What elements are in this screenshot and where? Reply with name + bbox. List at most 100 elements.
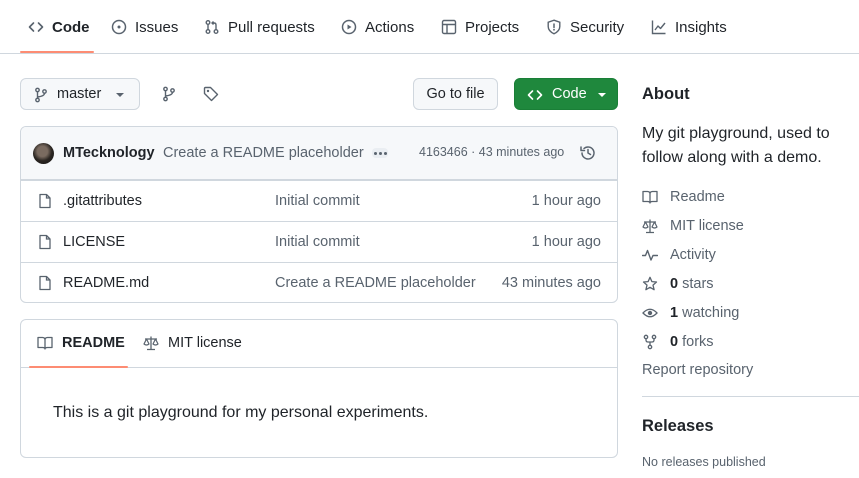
- file-commit-message[interactable]: Create a README placeholder: [275, 275, 476, 291]
- active-tab-indicator: [29, 366, 128, 368]
- about-heading: About: [642, 85, 690, 103]
- caret-down-icon: [597, 92, 607, 98]
- tab-insights-label: Insights: [675, 18, 727, 36]
- code-dropdown-button[interactable]: Code: [514, 78, 618, 110]
- license-link[interactable]: MIT license: [642, 216, 744, 236]
- law-icon: [642, 218, 658, 234]
- ellipsis-dot: [378, 151, 382, 155]
- eye-icon: [642, 305, 658, 321]
- releases-heading[interactable]: Releases: [642, 417, 714, 436]
- repo-description: My git playground, used to follow along …: [642, 125, 830, 166]
- stars-link[interactable]: 0 stars: [642, 274, 714, 294]
- readme-link-label: Readme: [670, 189, 725, 205]
- pulse-icon: [642, 247, 658, 263]
- commit-author[interactable]: MTecknology: [63, 145, 155, 161]
- stars-count: 0: [670, 276, 679, 292]
- table-icon: [441, 19, 457, 35]
- issue-icon: [111, 19, 127, 35]
- book-icon: [642, 189, 658, 205]
- report-repository-link[interactable]: Report repository: [642, 362, 753, 378]
- star-icon: [642, 276, 658, 292]
- sidebar-divider: [642, 396, 859, 397]
- tab-security[interactable]: Security: [546, 8, 624, 46]
- watching-label: watching: [682, 305, 740, 321]
- avatar[interactable]: [33, 143, 54, 164]
- latest-commit-bar: MTecknology Create a README placeholder …: [21, 127, 617, 180]
- caret-down-icon: [115, 92, 125, 98]
- branches-button[interactable]: [159, 84, 179, 104]
- graph-icon: [651, 19, 667, 35]
- tab-projects[interactable]: Projects: [441, 8, 519, 46]
- tab-readme-label: README: [62, 335, 125, 351]
- tab-security-label: Security: [570, 18, 625, 36]
- branch-select-button[interactable]: master: [20, 78, 140, 110]
- readme-link[interactable]: Readme: [642, 187, 725, 207]
- tab-license[interactable]: MIT license: [143, 335, 242, 351]
- file-list: MTecknology Create a README placeholder …: [20, 126, 618, 303]
- activity-link-label: Activity: [670, 247, 716, 263]
- forks-label: forks: [682, 334, 714, 350]
- play-icon: [341, 19, 357, 35]
- stars-label: stars: [682, 276, 714, 292]
- forks-count: 0: [670, 334, 679, 350]
- file-name[interactable]: .gitattributes: [63, 193, 142, 209]
- ellipsis-dot: [383, 151, 387, 155]
- commit-meta[interactable]: 4163466 · 43 minutes ago: [419, 145, 564, 159]
- license-link-label: MIT license: [670, 218, 744, 234]
- file-age: 1 hour ago: [531, 193, 601, 209]
- branch-name: master: [57, 86, 102, 102]
- branch-icon: [34, 87, 48, 103]
- tab-actions-label: Actions: [365, 18, 415, 36]
- tab-code-label: Code: [52, 18, 90, 36]
- releases-empty-text: No releases published: [642, 455, 766, 469]
- file-age: 43 minutes ago: [501, 275, 601, 291]
- code-button-label: Code: [552, 86, 587, 102]
- file-row[interactable]: .gitattributes Initial commit 1 hour ago: [21, 180, 617, 221]
- file-commit-message[interactable]: Initial commit: [275, 234, 360, 250]
- file-commit-message[interactable]: Initial commit: [275, 193, 360, 209]
- tab-code[interactable]: Code: [28, 8, 90, 46]
- commit-details-button[interactable]: [372, 148, 388, 158]
- file-row[interactable]: README.md Create a README placeholder 43…: [21, 262, 617, 302]
- pull-request-icon: [204, 19, 220, 35]
- watching-count: 1: [670, 305, 679, 321]
- readme-tabs: README MIT license: [21, 320, 617, 368]
- commit-message[interactable]: Create a README placeholder: [163, 145, 364, 161]
- shield-icon: [546, 19, 562, 35]
- readme-panel: README MIT license This is a git playgro…: [20, 319, 618, 458]
- tab-pull-requests-label: Pull requests: [228, 18, 315, 36]
- tab-projects-label: Projects: [465, 18, 520, 36]
- law-icon: [143, 335, 159, 351]
- readme-content: This is a git playground for my personal…: [53, 404, 429, 421]
- history-icon[interactable]: [579, 144, 597, 162]
- file-age: 1 hour ago: [531, 234, 601, 250]
- fork-icon: [642, 334, 658, 350]
- file-icon: [37, 234, 53, 250]
- file-icon: [37, 275, 53, 291]
- tab-issues[interactable]: Issues: [111, 8, 178, 46]
- ellipsis-icon: [373, 151, 377, 155]
- file-icon: [37, 193, 53, 209]
- tab-pull-requests[interactable]: Pull requests: [204, 8, 315, 46]
- watchers-link[interactable]: 1 watching: [642, 303, 739, 323]
- tab-readme[interactable]: README: [37, 335, 125, 351]
- go-to-file-label: Go to file: [426, 86, 485, 102]
- code-icon: [28, 19, 44, 35]
- activity-link[interactable]: Activity: [642, 245, 716, 265]
- tag-icon: [203, 86, 219, 102]
- git-branch-icon: [161, 86, 177, 102]
- tab-actions[interactable]: Actions: [341, 8, 414, 46]
- file-name[interactable]: README.md: [63, 275, 149, 291]
- book-icon: [37, 335, 53, 351]
- tab-license-label: MIT license: [168, 335, 242, 351]
- repo-nav: Code Issues Pull requests Actions Projec…: [0, 0, 859, 54]
- tab-issues-label: Issues: [135, 18, 179, 36]
- go-to-file-button[interactable]: Go to file: [413, 78, 498, 110]
- code-icon: [527, 87, 543, 103]
- forks-link[interactable]: 0 forks: [642, 332, 714, 352]
- active-tab-indicator: [20, 51, 94, 53]
- file-row[interactable]: LICENSE Initial commit 1 hour ago: [21, 221, 617, 262]
- tab-insights[interactable]: Insights: [651, 8, 727, 46]
- file-name[interactable]: LICENSE: [63, 234, 125, 250]
- tags-button[interactable]: [201, 84, 221, 104]
